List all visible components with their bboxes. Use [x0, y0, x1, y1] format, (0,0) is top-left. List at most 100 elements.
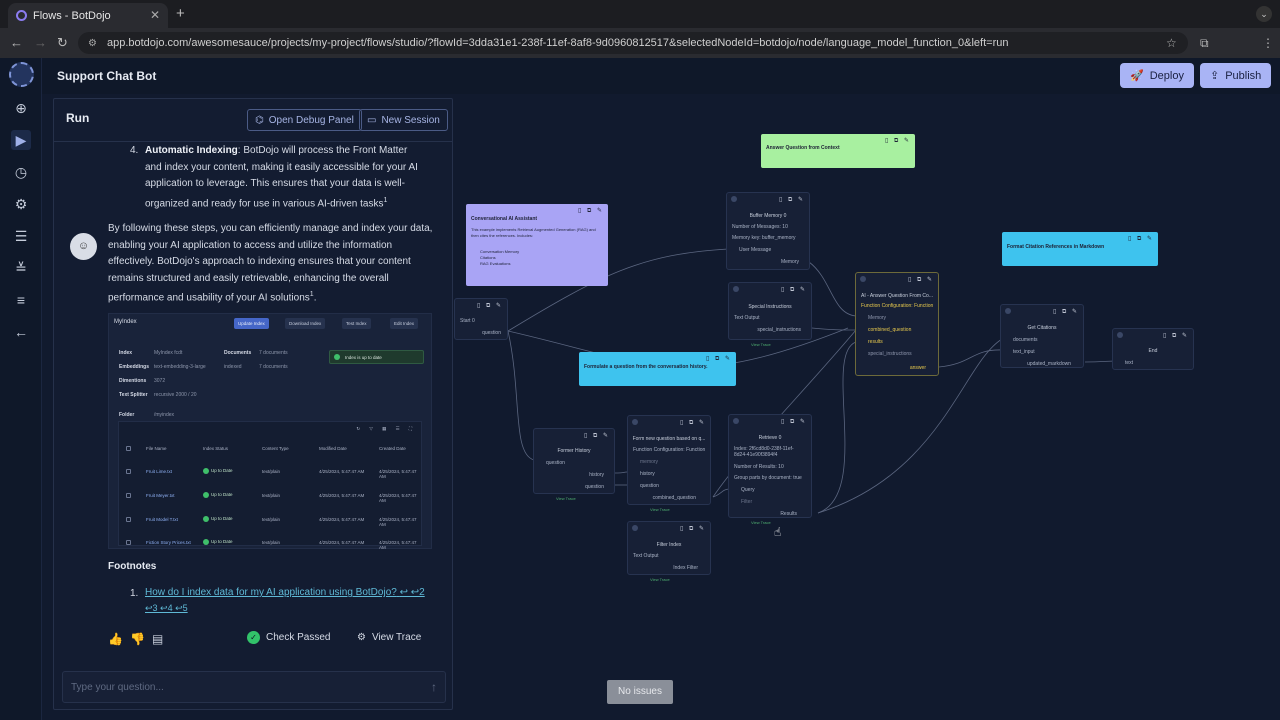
publish-button[interactable]: ⇪ Publish — [1200, 63, 1272, 88]
view-trace-button[interactable]: ⚙ View Trace — [357, 632, 421, 643]
note-conversational-assistant[interactable]: Conversational AI Assistant ▯ ⧉ ✎ This e… — [466, 204, 608, 286]
question-input[interactable] — [71, 672, 411, 702]
footnote-link[interactable]: How do I index data for my AI applicatio… — [145, 587, 425, 598]
node-port[interactable]: Memory — [781, 259, 799, 265]
history-icon[interactable]: ◷ — [11, 162, 31, 182]
node-tools-icon[interactable]: ▯ ⧉ ✎ — [477, 302, 503, 310]
node-buffer-memory[interactable]: ▯ ⧉ ✎ Buffer Memory 0 Number of Messages… — [726, 192, 810, 270]
node-tools-icon[interactable]: ▯ ⧉ ✎ — [680, 419, 706, 427]
view-trace-link[interactable]: View Trace — [751, 520, 771, 525]
node-port[interactable]: results — [868, 339, 883, 345]
node-former-history[interactable]: ▯ ⧉ ✎ Former History question history qu… — [533, 428, 615, 501]
index-status-text: Up to Date — [211, 516, 233, 522]
node-port[interactable]: history — [640, 471, 655, 477]
node-filter-index[interactable]: ▯ ⧉ ✎ Filter Index Text Output Index Fil… — [627, 521, 711, 582]
site-info-icon[interactable]: ⚙ — [88, 38, 97, 49]
tab-search-icon[interactable]: ⌄ — [1256, 6, 1272, 22]
note-tools-icon[interactable]: ▯ ⧉ ✎ — [578, 207, 604, 215]
node-port[interactable]: history — [589, 472, 604, 478]
node-port[interactable]: question — [482, 330, 501, 336]
note-format-citation[interactable]: Format Citation References in Markdown ▯… — [1002, 232, 1158, 266]
arrow-left-icon[interactable]: ← — [11, 322, 31, 342]
node-port[interactable]: question — [585, 484, 604, 490]
footnote-backrefs[interactable]: ↩ ↩2 — [400, 587, 425, 598]
node-port[interactable]: User Message — [739, 247, 771, 253]
node-port[interactable]: Memory — [868, 315, 886, 321]
note-tools-icon[interactable]: ▯ ⧉ ✎ — [1128, 235, 1154, 243]
node-port[interactable]: documents — [1013, 337, 1037, 343]
open-debug-panel-button[interactable]: ⌬ Open Debug Panel — [247, 109, 362, 131]
list-icon[interactable]: ☰ — [11, 226, 31, 246]
checklist-icon[interactable]: ≚ — [11, 258, 31, 278]
node-get-citations[interactable]: ▯ ⧉ ✎ Get Citations documents text_input… — [1000, 304, 1084, 368]
node-tools-icon[interactable]: ▯ ⧉ ✎ — [680, 525, 706, 533]
botdojo-logo[interactable] — [9, 62, 34, 87]
node-tools-icon[interactable]: ▯ ⧉ ✎ — [1053, 308, 1079, 316]
node-end[interactable]: ▯ ⧉ ✎ End text — [1112, 328, 1194, 370]
node-tools-icon[interactable]: ▯ ⧉ ✎ — [908, 276, 934, 284]
node-form-question[interactable]: ▯ ⧉ ✎ Form new question based on q... Fu… — [627, 415, 711, 512]
logs-icon[interactable]: ≡ — [11, 290, 31, 310]
play-icon[interactable]: ▶ — [11, 130, 31, 150]
url-field[interactable]: ⚙ app.botdojo.com/awesomesauce/projects/… — [78, 32, 1188, 54]
send-icon[interactable]: ↑ — [431, 680, 437, 694]
node-port[interactable]: question — [546, 460, 565, 466]
check-passed-status[interactable]: ✓ Check Passed — [247, 631, 330, 644]
tab-close-icon[interactable]: ✕ — [150, 8, 160, 22]
node-port[interactable]: text_input — [1013, 349, 1035, 355]
citation-sup[interactable]: 1 — [383, 197, 387, 204]
node-port[interactable]: text — [1125, 360, 1133, 366]
browser-tab[interactable]: Flows - BotDojo ✕ — [8, 3, 168, 28]
node-ai-answer[interactable]: ▯ ⧉ ✎ AI - Answer Question From Co... Fu… — [855, 272, 939, 376]
node-tools-icon[interactable]: ▯ ⧉ ✎ — [781, 418, 807, 426]
content-type: text/plain — [262, 469, 281, 474]
node-port[interactable]: combined_question — [653, 495, 696, 501]
view-trace-label: View Trace — [371, 632, 422, 643]
back-icon[interactable]: ← — [10, 35, 23, 50]
comment-icon[interactable]: ▤ — [152, 632, 163, 646]
note-formulate-question[interactable]: Formulate a question from the conversati… — [579, 352, 736, 386]
footnote-backrefs-2[interactable]: ↩3 ↩4 ↩5 — [145, 603, 188, 614]
thumbs-down-icon[interactable]: 👎 — [130, 632, 145, 646]
view-trace-link[interactable]: View Trace — [650, 507, 670, 512]
no-issues-badge[interactable]: No issues — [607, 680, 673, 704]
node-port[interactable]: memory — [640, 459, 658, 465]
deploy-button[interactable]: 🚀 Deploy — [1120, 63, 1194, 88]
node-port[interactable]: combined_question — [868, 327, 911, 333]
forward-icon[interactable]: → — [34, 35, 47, 50]
column-header: Created Date — [379, 446, 406, 451]
node-tools-icon[interactable]: ▯ ⧉ ✎ — [584, 432, 610, 440]
node-retrieve[interactable]: ▯ ⧉ ✎ Retrieve 0 Index: 2f6cd8d0-238f-11… — [728, 414, 812, 525]
note-tools-icon[interactable]: ▯ ⧉ ✎ — [885, 137, 911, 145]
node-tools-icon[interactable]: ▯ ⧉ ✎ — [781, 286, 807, 294]
node-port[interactable]: Results — [780, 511, 797, 517]
view-trace-link[interactable]: View Trace — [556, 496, 576, 501]
new-session-button[interactable]: ▭ New Session — [359, 109, 448, 131]
view-trace-link[interactable]: View Trace — [751, 342, 771, 347]
index-status-text: Index is up to date — [345, 354, 382, 360]
node-port[interactable]: Query — [741, 487, 755, 493]
thumbs-up-icon[interactable]: 👍 — [108, 632, 123, 646]
bookmark-star-icon[interactable]: ☆ — [1166, 36, 1177, 50]
node-port[interactable]: Filter — [741, 499, 752, 505]
browser-menu-icon[interactable]: ⋮ — [1262, 36, 1274, 50]
node-port[interactable]: question — [640, 483, 659, 489]
node-special-instructions[interactable]: ▯ ⧉ ✎ Special Instructions Text Output s… — [728, 282, 812, 347]
note-answer-question[interactable]: Answer Question from Context ▯ ⧉ ✎ — [761, 134, 915, 168]
node-title: Get Citations — [1027, 325, 1057, 331]
node-tools-icon[interactable]: ▯ ⧉ ✎ — [779, 196, 805, 204]
new-tab-button[interactable]: + — [176, 5, 185, 22]
view-trace-link[interactable]: View Trace — [650, 577, 670, 582]
node-tools-icon[interactable]: ▯ ⧉ ✎ — [1163, 332, 1189, 340]
note-tools-icon[interactable]: ▯ ⧉ ✎ — [706, 355, 732, 363]
gear-icon[interactable]: ⚙ — [11, 194, 31, 214]
node-start[interactable]: ▯ ⧉ ✎ Start 0 question — [454, 298, 508, 340]
reload-icon[interactable]: ↻ — [57, 35, 68, 51]
plus-circle-icon[interactable]: ⊕ — [11, 98, 31, 118]
extensions-icon[interactable]: ⧉ — [1200, 36, 1209, 51]
node-port[interactable]: Index Filter — [673, 565, 698, 571]
node-port[interactable]: answer — [910, 365, 926, 371]
node-port[interactable]: special_instructions — [868, 351, 912, 357]
node-port[interactable]: updated_markdown — [1027, 361, 1071, 367]
node-port[interactable]: special_instructions — [757, 327, 801, 333]
